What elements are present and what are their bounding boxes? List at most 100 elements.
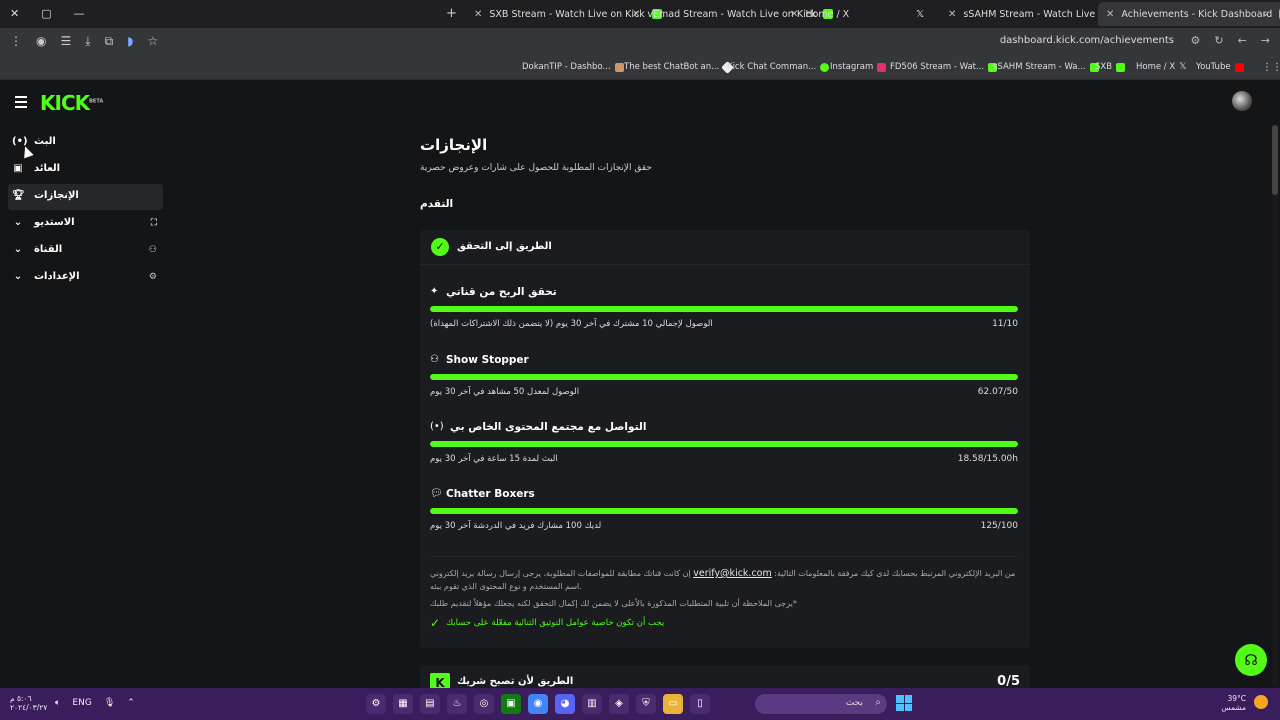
bookmark-label: SXB (1095, 62, 1113, 72)
close-tab-icon[interactable]: ✕ (790, 9, 798, 20)
bookmark-favicon-icon (820, 62, 830, 72)
microphone-icon[interactable]: 🎙︎ (104, 698, 115, 708)
windows-start-icon[interactable] (896, 695, 912, 711)
goal-progress-fill (430, 508, 1018, 514)
settings-app-icon[interactable]: ⚙ (366, 694, 386, 714)
kick-logo[interactable]: KICKBETA (40, 91, 103, 115)
close-tab-icon[interactable]: ✕ (474, 9, 482, 20)
tab-title: Home / X (805, 8, 850, 20)
avatar[interactable] (1232, 91, 1252, 111)
back-icon[interactable]: → (1261, 34, 1270, 47)
window-controls: ✕ ▢ — (10, 7, 85, 20)
goal-title: تحقق الربح من قناتي (446, 286, 557, 298)
clock[interactable]: ٥:٠٦ م ٢٠٢٤/٠٣/٢٧ (10, 694, 47, 712)
file-explorer-icon[interactable]: ▭ (663, 694, 683, 714)
verify-email-link[interactable]: verify@kick.com (693, 568, 772, 579)
close-window-icon[interactable]: ✕ (10, 7, 19, 20)
chrome-app-icon[interactable]: ◉ (528, 694, 548, 714)
bookmark-star-icon[interactable]: ☆ (147, 34, 158, 49)
bookmark-item[interactable]: FD506 Stream - Wat... (890, 62, 998, 72)
clock-date: ٢٠٢٤/٠٣/٢٧ (10, 703, 48, 712)
bookmark-item[interactable]: YouTube (1196, 62, 1244, 72)
revenue-icon: ▣ (13, 163, 23, 174)
goal-title: التواصل مع مجتمع المحتوى الخاص بي (450, 421, 647, 433)
sidebar-item-achievements[interactable]: 🏆︎ الإنجازات (8, 184, 163, 210)
bookmark-item[interactable]: Instagram (830, 62, 887, 72)
kick-favicon-icon (1116, 62, 1126, 72)
verification-card: ✓ الطريق إلى التحقق ✦ تحقق الربح من قنات… (420, 230, 1030, 648)
toolbar-icons: ⋮ ◉ ☰ ⤓ ⧉ ◗ ☆ (10, 34, 158, 49)
reload-icon[interactable]: ↻ (1214, 34, 1223, 47)
search-placeholder: بحث (845, 698, 863, 708)
files-app-icon[interactable]: ▯ (690, 694, 710, 714)
headset-icon: ☊ (1244, 651, 1258, 669)
sidebar-item-label: الاستديو (34, 217, 75, 228)
close-tab-icon[interactable]: ✕ (1106, 9, 1114, 20)
close-tab-icon[interactable]: ✕ (632, 9, 640, 20)
tab-search-icon[interactable]: ⌄ (1261, 6, 1270, 19)
volume-icon[interactable]: 🔈︎ (55, 698, 60, 708)
download-icon[interactable]: ⤓ (85, 34, 90, 49)
capcut-app-icon[interactable]: ▥ (582, 694, 602, 714)
apps-grid-icon[interactable]: ⋮⋮ (1262, 62, 1280, 73)
sidebar-item-revenue[interactable]: ▣ العائد (8, 157, 163, 183)
instagram-icon (877, 62, 887, 72)
media-app-icon[interactable]: ▤ (420, 694, 440, 714)
sidebar-item-channel[interactable]: ⌄ القناة ⚇ (8, 238, 163, 264)
x-favicon-icon: 𝕏 (915, 8, 924, 20)
new-tab-icon[interactable]: + (446, 6, 457, 21)
browser-app-icon[interactable]: ◈ (609, 694, 629, 714)
card-header: ✓ الطريق إلى التحقق (420, 230, 1030, 265)
tab-title: SXB Stream - Watch Live on Kick (489, 8, 645, 20)
language-indicator[interactable]: ENG (72, 698, 91, 708)
forward-icon[interactable]: ← (1238, 34, 1247, 47)
goal-item: (•) التواصل مع مجتمع المحتوى الخاص بي ال… (430, 421, 1018, 481)
weather-temp: 39°C (1227, 694, 1246, 703)
maximize-window-icon[interactable]: ▢ (41, 7, 51, 20)
scrollbar[interactable] (1272, 125, 1278, 685)
studio-icon: ⛶ (150, 218, 157, 228)
bookmark-item[interactable]: DokanTIP - Dashbo... (522, 62, 624, 72)
scrollbar-thumb[interactable] (1272, 125, 1278, 195)
bookmark-item[interactable]: SXB (1095, 62, 1126, 72)
goal-item: ⚇ Show Stopper الوصول لمعدل 50 مشاهد في … (430, 354, 1018, 414)
sidebar-item-settings[interactable]: ⌄ الإعدادات ⚙ (8, 265, 163, 291)
sidebar-item-label: الإعدادات (34, 271, 80, 282)
profile-icon[interactable]: ◉ (36, 34, 46, 49)
bookmark-item[interactable]: Home / X𝕏 (1136, 62, 1186, 72)
calculator-app-icon[interactable]: ▦ (393, 694, 413, 714)
taskbar-search[interactable]: بحث ⌕ (755, 694, 887, 714)
bookmark-item[interactable]: Kick Chat Comman... (727, 62, 830, 72)
browser-tab[interactable]: ✕ Home / X 𝕏 (782, 2, 932, 26)
sun-icon (1254, 695, 1268, 709)
steam-app-icon[interactable]: ♨ (447, 694, 467, 714)
minimize-window-icon[interactable]: — (74, 7, 85, 20)
goal-value: 62.07/50 (977, 387, 1018, 397)
bookmark-label: YouTube (1196, 62, 1231, 72)
url-field[interactable]: dashboard.kick.com/achievements (1000, 35, 1174, 46)
browser-tab-active[interactable]: ✕ Achievements - Kick Dashboard (1098, 2, 1280, 26)
reading-list-icon[interactable]: ☰ (60, 34, 71, 49)
media-icon[interactable]: ◗ (127, 34, 133, 49)
bookmark-item[interactable]: sSAHM Stream - Wa... (993, 62, 1099, 72)
support-chat-button[interactable]: ☊ (1235, 644, 1267, 676)
channel-icon: ⚇ (148, 245, 157, 255)
goal-progress-fill (430, 441, 1018, 447)
bookmark-item[interactable]: The best ChatBot an... (624, 60, 735, 74)
sidebar-item-studio[interactable]: ⌄ الاستديو ⛶ (8, 211, 163, 237)
logo-beta-label: BETA (89, 98, 104, 105)
hamburger-menu-icon[interactable] (15, 96, 27, 111)
obs-app-icon[interactable]: ◎ (474, 694, 494, 714)
xbox-app-icon[interactable]: ▣ (501, 694, 521, 714)
extensions-icon[interactable]: ⧉ (105, 34, 114, 49)
defender-app-icon[interactable]: ⛨ (636, 694, 656, 714)
goal-description: الوصول لمعدل 50 مشاهد في آخر 30 يوم (430, 387, 580, 397)
clock-time: ٥:٠٦ م (10, 694, 32, 703)
menu-dots-icon[interactable]: ⋮ (10, 34, 22, 49)
bookmark-label: DokanTIP - Dashbo... (522, 62, 611, 72)
tray-chevron-up-icon[interactable]: ⌃ (127, 698, 135, 708)
site-settings-icon[interactable]: ⚙ (1190, 34, 1200, 47)
close-tab-icon[interactable]: ✕ (948, 9, 956, 20)
weather-widget[interactable]: 39°C مشمس (1221, 694, 1246, 712)
discord-app-icon[interactable]: ◕ (555, 694, 575, 714)
